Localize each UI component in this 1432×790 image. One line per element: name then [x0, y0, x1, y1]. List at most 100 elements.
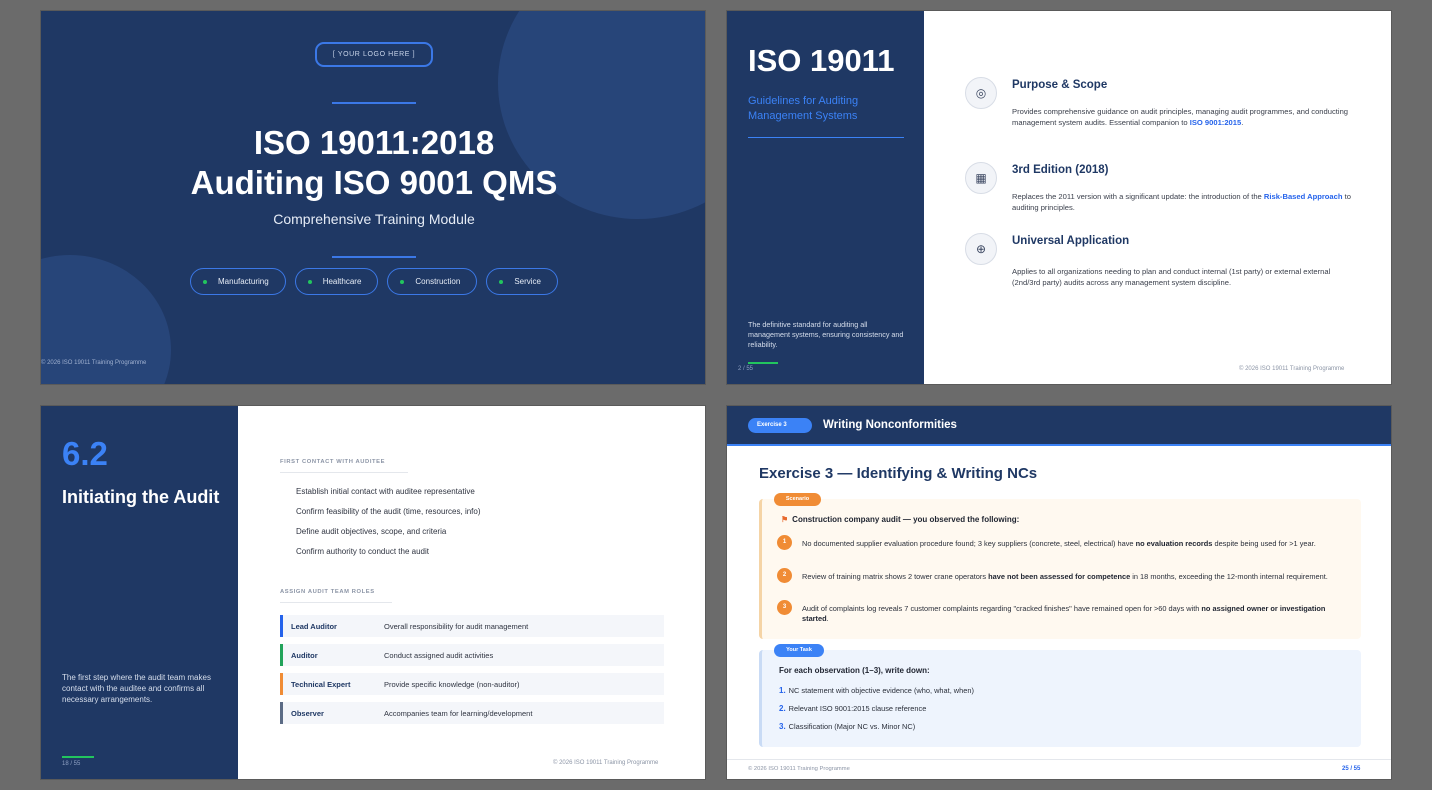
divider: [727, 759, 1391, 760]
slide-footer: © 2026 ISO 19011 Training Programme: [553, 760, 659, 766]
dot-icon: [307, 279, 312, 284]
task-step: 1. NC statement with objective evidence (…: [779, 686, 974, 695]
feature-text: Provides comprehensive guidance on audit…: [1012, 107, 1352, 128]
role-row: Observer Accompanies team for learning/d…: [280, 702, 664, 724]
role-row: Lead Auditor Overall responsibility for …: [280, 615, 664, 637]
emphasis: no evaluation records: [1135, 539, 1213, 548]
industry-tags: Manufacturing Healthcare Construction Se…: [41, 268, 705, 295]
feature-text: Replaces the 2011 version with a signifi…: [1012, 192, 1352, 213]
sidebar-panel: ISO 19011 Guidelines for Auditing Manage…: [727, 11, 924, 384]
text: despite being used for >1 year.: [1212, 539, 1316, 548]
text: No documented supplier evaluation proced…: [802, 539, 1136, 548]
panel-description: The definitive standard for auditing all…: [748, 320, 904, 349]
role-name: Technical Expert: [291, 679, 351, 689]
role-color-bar: [280, 615, 283, 637]
step-text: Classification (Major NC vs. Minor NC): [788, 722, 916, 731]
observation-text: No documented supplier evaluation proced…: [802, 539, 1347, 549]
scenario-box: Scenario ⚑ Construction company audit — y…: [759, 493, 1361, 639]
step-number: 1.: [779, 686, 786, 695]
accent-bar: [62, 756, 94, 758]
role-description: Provide specific knowledge (non-auditor): [384, 679, 520, 689]
divider: [332, 102, 416, 104]
title-line-2: Auditing ISO 9001 QMS: [190, 164, 558, 201]
text: Audit of complaints log reveals 7 custom…: [802, 604, 1202, 613]
globe-icon: ⊕: [965, 233, 997, 265]
task-item: Establish initial contact with auditee r…: [296, 487, 475, 496]
title-line-1: ISO 19011:2018: [253, 124, 495, 161]
task-item: Confirm authority to conduct the audit: [296, 547, 429, 556]
page-number: 25 / 55: [1342, 766, 1361, 772]
step-text: Relevant ISO 9001:2015 clause reference: [788, 704, 927, 713]
text: .: [1241, 117, 1244, 127]
section-number: 6.2: [62, 435, 108, 472]
tag-label: Construction: [415, 277, 461, 286]
feature-title: Purpose & Scope: [1012, 79, 1108, 91]
slide-footer: © 2026 ISO 19011 Training Programme: [748, 766, 850, 772]
dot-icon: [499, 279, 504, 284]
text: Provides comprehensive guidance on audit…: [1012, 107, 1349, 127]
observation-text: Audit of complaints log reveals 7 custom…: [802, 604, 1347, 624]
slide-overview[interactable]: ISO 19011 Guidelines for Auditing Manage…: [726, 10, 1392, 385]
text: Review of training matrix shows 2 tower …: [802, 572, 989, 581]
slide-header: Exercise 3 Writing Nonconformities: [727, 406, 1391, 446]
exercise-title: Exercise 3 — Identifying & Writing NCs: [759, 465, 1038, 482]
divider: [280, 472, 408, 473]
page-number: 18 / 55: [62, 761, 81, 767]
construction-icon: ⚑: [781, 515, 789, 524]
section-heading: FIRST CONTACT WITH AUDITEE: [280, 459, 386, 465]
task-item: Define audit objectives, scope, and crit…: [296, 527, 447, 536]
panel-subtitle: Guidelines for Auditing Management Syste…: [748, 95, 859, 122]
role-name: Observer: [291, 708, 324, 718]
feature-text: Applies to all organizations needing to …: [1012, 267, 1331, 287]
target-icon: ◎: [965, 77, 997, 109]
divider: [748, 137, 904, 138]
slide-footer: © 2026 ISO 19011 Training Programme: [1239, 366, 1345, 372]
dot-icon: [400, 279, 405, 284]
step-number: 2.: [779, 704, 786, 713]
task-step: 2. Relevant ISO 9001:2015 clause referenc…: [779, 704, 926, 713]
concept-link[interactable]: Risk-Based Approach: [1264, 192, 1343, 201]
feature-title: 3rd Edition (2018): [1012, 164, 1109, 176]
role-color-bar: [280, 644, 283, 666]
slide-footer: © 2026 ISO 19011 Training Programme: [41, 360, 147, 366]
dot-icon: [203, 279, 207, 284]
observation-text: Review of training matrix shows 2 tower …: [802, 572, 1347, 582]
standard-link[interactable]: ISO 9001:2015: [1190, 118, 1242, 127]
scenario-heading: ⚑ Construction company audit — you observ…: [781, 515, 1019, 524]
logo-placeholder: [ YOUR LOGO HERE ]: [315, 42, 433, 67]
text: Replaces the 2011 version with a signifi…: [1012, 192, 1264, 201]
header-title: Writing Nonconformities: [823, 419, 957, 431]
role-row: Auditor Conduct assigned audit activitie…: [280, 644, 664, 666]
observation-number: 3: [777, 600, 792, 615]
slide-title-text: ISO 19011:2018 Auditing ISO 9001 QMS: [41, 123, 705, 203]
slide-title[interactable]: [ YOUR LOGO HERE ] ISO 19011:2018 Auditi…: [40, 10, 706, 385]
exercise-badge: Exercise 3: [748, 418, 812, 433]
industry-tag: Construction: [387, 268, 478, 295]
text: .: [826, 614, 829, 623]
section-title: Initiating the Audit: [62, 487, 220, 507]
sidebar-panel: 6.2 Initiating the Audit The first step …: [41, 406, 238, 779]
industry-tag: Service: [486, 268, 558, 295]
task-step: 3. Classification (Major NC vs. Minor NC): [779, 722, 915, 731]
emphasis: have not been assessed for competence: [988, 572, 1131, 581]
task-tag: Your Task: [774, 644, 824, 657]
task-heading: For each observation (1–3), write down:: [779, 666, 930, 675]
divider: [332, 256, 416, 258]
slide-subtitle: Comprehensive Training Module: [273, 211, 475, 227]
role-description: Overall responsibility for audit managem…: [384, 621, 529, 631]
slide-initiating-audit[interactable]: 6.2 Initiating the Audit The first step …: [40, 405, 706, 780]
role-color-bar: [280, 702, 283, 724]
observation-number: 1: [777, 535, 792, 550]
task-box: Your Task For each observation (1–3), wr…: [759, 644, 1361, 747]
role-description: Accompanies team for learning/developmen…: [384, 708, 533, 718]
feature-title: Universal Application: [1012, 235, 1130, 247]
observation-number: 2: [777, 568, 792, 583]
task-item: Confirm feasibility of the audit (time, …: [296, 507, 481, 516]
role-name: Auditor: [291, 650, 318, 660]
step-number: 3.: [779, 722, 786, 731]
industry-tag: Healthcare: [294, 268, 379, 295]
text: in 18 months, exceeding the 12-month int…: [1130, 572, 1328, 581]
tag-label: Healthcare: [322, 277, 362, 286]
scenario-heading-text: Construction company audit — you observe…: [792, 515, 1020, 524]
slide-exercise[interactable]: Exercise 3 Writing Nonconformities Exerc…: [726, 405, 1392, 780]
